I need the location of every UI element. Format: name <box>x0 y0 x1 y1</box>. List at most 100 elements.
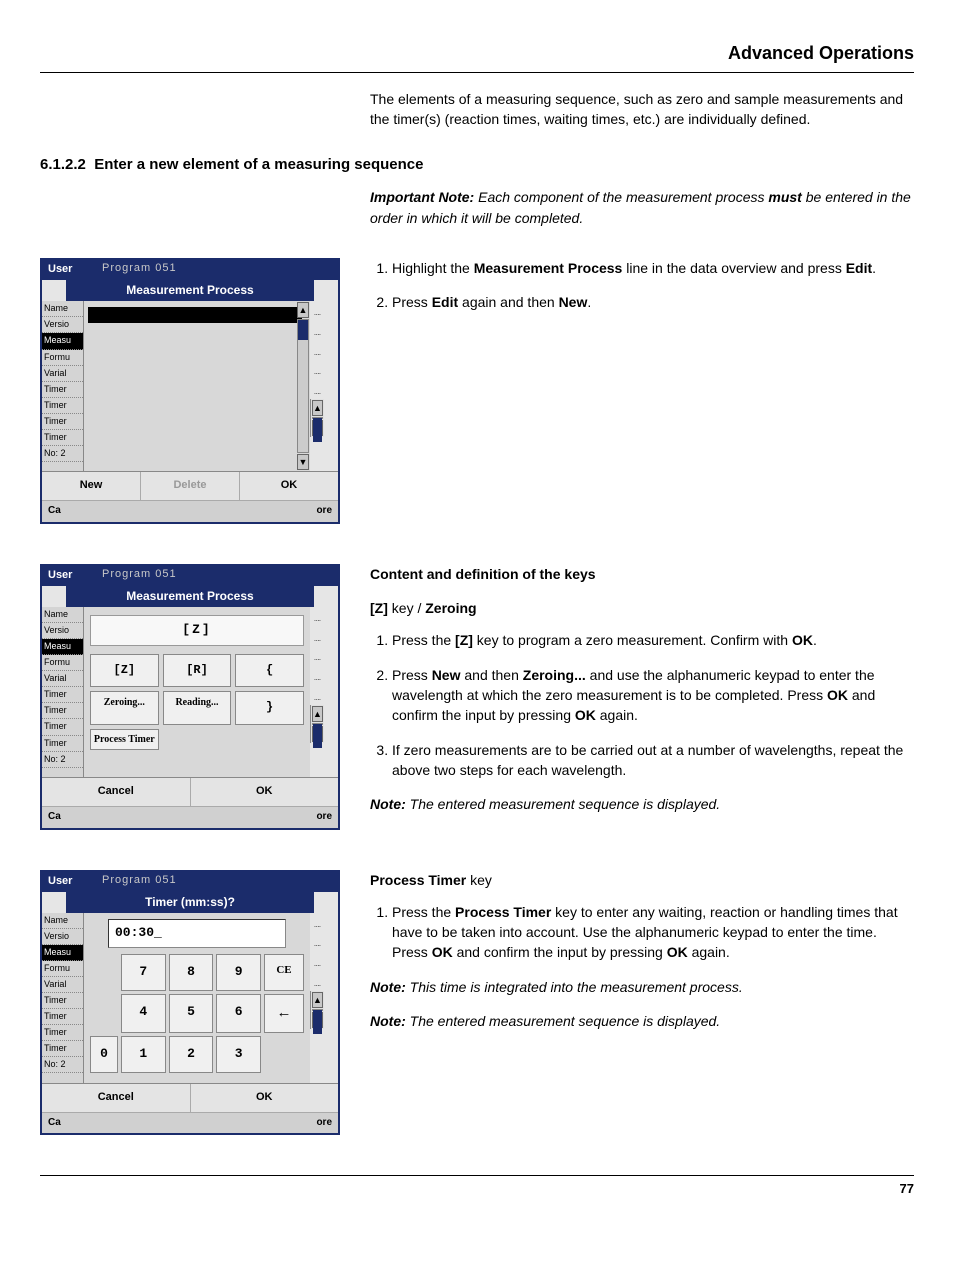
dots-icon: ···· <box>310 960 324 972</box>
t: OK <box>432 944 453 960</box>
key-backspace[interactable]: ← <box>264 994 304 1034</box>
key-3[interactable]: 3 <box>216 1036 261 1073</box>
key-9[interactable]: 9 <box>216 954 261 991</box>
device-topbar: User Program 051 <box>42 872 338 892</box>
section-number: 6.1.2.2 <box>40 156 86 173</box>
side-item[interactable]: Name <box>42 913 83 929</box>
key-brace-open[interactable]: { <box>235 654 304 687</box>
key-z[interactable]: [Z] <box>90 654 159 687</box>
scroll-up-icon[interactable]: ▲ <box>297 302 309 318</box>
key-zeroing[interactable]: Zeroing... <box>90 691 159 724</box>
note-lead: Note: <box>370 1013 406 1029</box>
outer-scroll-track[interactable] <box>312 1009 323 1011</box>
device-topbar: User Program 051 <box>42 260 338 280</box>
outer-scroll-track[interactable] <box>312 723 323 725</box>
t: OK <box>575 707 596 723</box>
cancel-button[interactable]: Cancel <box>42 778 191 806</box>
ok-button[interactable]: OK <box>191 1084 339 1112</box>
dots-col: ···· ···· ···· ···· ···· <box>310 301 324 399</box>
key-ce[interactable]: CE <box>264 954 304 991</box>
empty-selection-row[interactable] <box>88 307 302 323</box>
key-process-timer[interactable]: Process Timer <box>90 729 159 750</box>
scroll-down-icon[interactable]: ▼ <box>297 454 309 470</box>
timer-note-2: Note: The entered measurement sequence i… <box>370 1011 914 1031</box>
side-item[interactable]: No: 2 <box>42 752 83 768</box>
device-topbar: User Program 051 <box>42 566 338 586</box>
side-item-selected[interactable]: Measu <box>42 639 83 655</box>
numeric-keypad: 7 8 9 CE 4 5 6 ← 0 1 2 3 <box>90 954 304 1073</box>
timer-value-display[interactable]: 00:30_ <box>108 919 286 948</box>
side-item[interactable]: Timer <box>42 414 83 430</box>
key-1[interactable]: 1 <box>121 1036 166 1073</box>
side-item[interactable]: Timer <box>42 382 83 398</box>
t: Edit <box>846 260 872 276</box>
outer-scroll-group: ···· ···· ···· ···· ···· ▲ ▼ <box>310 607 338 777</box>
timer-step-1: Press the Process Timer key to enter any… <box>392 902 914 963</box>
key-2[interactable]: 2 <box>169 1036 214 1073</box>
keys-heading: Content and definition of the keys <box>370 564 914 584</box>
side-item[interactable]: Varial <box>42 977 83 993</box>
key-0[interactable]: 0 <box>90 1036 118 1073</box>
cancel-button[interactable]: Cancel <box>42 1084 191 1112</box>
key-5[interactable]: 5 <box>169 994 214 1034</box>
side-item[interactable]: Timer <box>42 993 83 1009</box>
important-note-lead: Important Note: <box>370 189 474 205</box>
side-list[interactable]: Name Versio Measu Formu Varial Timer Tim… <box>42 301 84 471</box>
dots-icon: ···· <box>310 329 324 341</box>
dialog-footer: New Delete OK <box>42 471 338 500</box>
t: Press the <box>392 904 455 920</box>
new-button[interactable]: New <box>42 472 141 500</box>
t: key / <box>388 600 425 616</box>
key-4[interactable]: 4 <box>121 994 166 1034</box>
side-item[interactable]: Varial <box>42 671 83 687</box>
side-list[interactable]: Name Versio Measu Formu Varial Timer Tim… <box>42 913 84 1083</box>
side-item[interactable]: Versio <box>42 929 83 945</box>
page-header: Advanced Operations <box>40 40 914 73</box>
side-item[interactable]: Formu <box>42 350 83 366</box>
ok-button[interactable]: OK <box>191 778 339 806</box>
scroll-up-icon[interactable]: ▲ <box>312 992 323 1008</box>
key-reading[interactable]: Reading... <box>163 691 232 724</box>
side-item[interactable]: Name <box>42 607 83 623</box>
inner-scroll-track[interactable] <box>297 319 309 453</box>
side-item[interactable]: No: 2 <box>42 1057 83 1073</box>
side-item-selected[interactable]: Measu <box>42 945 83 961</box>
key-8[interactable]: 8 <box>169 954 214 991</box>
side-item[interactable]: Versio <box>42 317 83 333</box>
side-list[interactable]: Name Versio Measu Formu Varial Timer Tim… <box>42 607 84 777</box>
side-item[interactable]: Timer <box>42 687 83 703</box>
key-7[interactable]: 7 <box>121 954 166 991</box>
side-item[interactable]: Name <box>42 301 83 317</box>
key-brace-close[interactable]: } <box>235 691 304 724</box>
key-6[interactable]: 6 <box>216 994 261 1034</box>
side-item[interactable]: Timer <box>42 430 83 446</box>
side-item[interactable]: Timer <box>42 1025 83 1041</box>
row-2: User Program 051 Measurement Process Nam… <box>40 564 914 830</box>
side-item[interactable]: Timer <box>42 1009 83 1025</box>
side-item[interactable]: Timer <box>42 1041 83 1057</box>
dots-col: ···· ···· ···· ···· <box>310 913 324 991</box>
ok-button[interactable]: OK <box>240 472 338 500</box>
side-item[interactable]: No: 2 <box>42 446 83 462</box>
side-item[interactable]: Timer <box>42 703 83 719</box>
outer-scroll-track[interactable] <box>312 417 323 419</box>
note-body: The entered measurement sequence is disp… <box>406 1013 720 1029</box>
timer-section-block: Process Timer key Press the Process Time… <box>370 870 914 1032</box>
scroll-up-icon[interactable]: ▲ <box>312 400 323 416</box>
page-number: 77 <box>40 1175 914 1199</box>
device-screenshot-2: User Program 051 Measurement Process Nam… <box>40 564 340 830</box>
side-item-selected[interactable]: Measu <box>42 333 83 349</box>
dots-icon: ···· <box>310 940 324 952</box>
side-item[interactable]: Varial <box>42 366 83 382</box>
side-item[interactable]: Timer <box>42 736 83 752</box>
side-item[interactable]: Formu <box>42 961 83 977</box>
side-item[interactable]: Versio <box>42 623 83 639</box>
side-item[interactable]: Timer <box>42 719 83 735</box>
side-item[interactable]: Formu <box>42 655 83 671</box>
dots-icon: ···· <box>310 674 324 686</box>
side-item[interactable]: Timer <box>42 398 83 414</box>
scroll-up-icon[interactable]: ▲ <box>312 706 323 722</box>
t: Zeroing... <box>523 667 586 683</box>
key-r[interactable]: [R] <box>163 654 232 687</box>
program-fragment: Program 051 <box>102 873 177 889</box>
